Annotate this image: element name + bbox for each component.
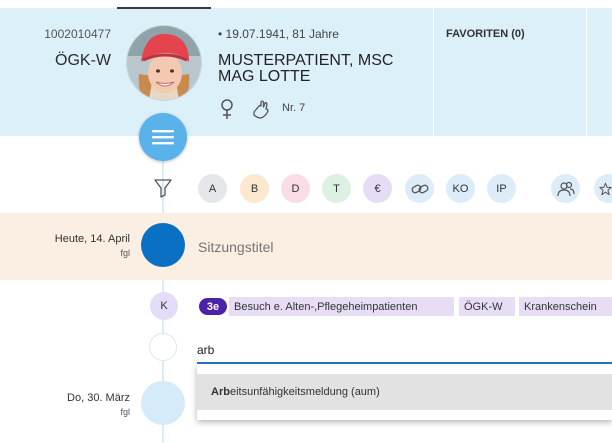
patient-name: MUSTERPATIENT, MSC MAG LOTTE <box>218 53 418 85</box>
suggestion-match: Arb <box>211 386 230 398</box>
favorites-label[interactable]: FAVORITEN (0) <box>446 28 525 40</box>
filter-chip-label: IP <box>496 182 507 195</box>
filter-chip-label: D <box>291 182 300 195</box>
entry-input[interactable] <box>197 341 612 359</box>
patient-number: Nr. 7 <box>282 102 306 114</box>
filter-chip-b[interactable]: B <box>240 174 269 203</box>
filter-chip-label: B <box>250 182 259 195</box>
session-user: fgl <box>120 407 130 417</box>
insurer-label: ÖGK-W <box>55 52 111 69</box>
avatar[interactable] <box>126 25 202 101</box>
people-icon <box>556 181 575 196</box>
filter-chip-label: A <box>208 182 217 195</box>
hand-icon <box>253 100 269 119</box>
autocomplete-option[interactable]: Arb eitsunfähigkeitsmeldung (aum) <box>197 374 612 410</box>
session-marker[interactable] <box>141 381 185 425</box>
star-icon <box>599 182 612 195</box>
menu-button[interactable] <box>139 113 187 161</box>
session-date: Do, 30. März <box>67 392 130 404</box>
patient-name-line-2: MAG LOTTE <box>218 68 311 85</box>
filter-chip-people[interactable] <box>551 174 580 203</box>
filter-chip-a[interactable]: A <box>198 174 227 203</box>
filter-chip-t[interactable]: T <box>322 174 351 203</box>
header-divider <box>586 8 587 136</box>
patient-photo <box>127 26 201 100</box>
session-title-input[interactable] <box>198 239 578 255</box>
filter-chip-label: KO <box>452 182 469 195</box>
insurer-tag[interactable]: ÖGK-W <box>459 297 515 316</box>
filter-chip-d[interactable]: D <box>281 174 310 203</box>
billing-code-badge[interactable]: 3e <box>199 298 227 315</box>
patient-id: 1002010477 <box>44 27 111 41</box>
session-date: Heute, 14. April <box>54 233 130 245</box>
suggestion-rest: eitsunfähigkeitsmeldung (aum) <box>229 386 380 398</box>
hamburger-icon <box>152 130 174 145</box>
autocomplete-dropdown: Arb eitsunfähigkeitsmeldung (aum) <box>197 364 612 420</box>
session-marker[interactable] <box>141 223 185 267</box>
service-tag[interactable]: Besuch e. Alten-,Pflegeheimpatienten <box>229 297 454 316</box>
filter-chip-euro[interactable]: € <box>363 174 392 203</box>
session-user: fgl <box>120 248 130 258</box>
filter-chip-link[interactable] <box>405 174 434 203</box>
birth-info: • 19.07.1941, 81 Jahre <box>218 27 339 41</box>
filter-chip-label: T <box>333 182 340 195</box>
entry-type-badge[interactable]: K <box>150 292 178 320</box>
patient-name-line-1: MUSTERPATIENT, MSC <box>218 52 394 69</box>
filter-chip-ip[interactable]: IP <box>487 174 516 203</box>
filter-chip-star[interactable] <box>594 174 612 203</box>
voucher-tag[interactable]: Krankenschein <box>519 297 612 316</box>
header-divider <box>433 8 434 136</box>
filter-icon[interactable] <box>154 178 172 198</box>
active-tab-indicator <box>117 7 211 9</box>
link-icon <box>411 184 428 193</box>
new-entry-marker <box>149 333 177 361</box>
filter-chip-label: € <box>374 182 381 195</box>
filter-chip-ko[interactable]: KO <box>446 174 475 203</box>
female-icon <box>221 99 233 119</box>
